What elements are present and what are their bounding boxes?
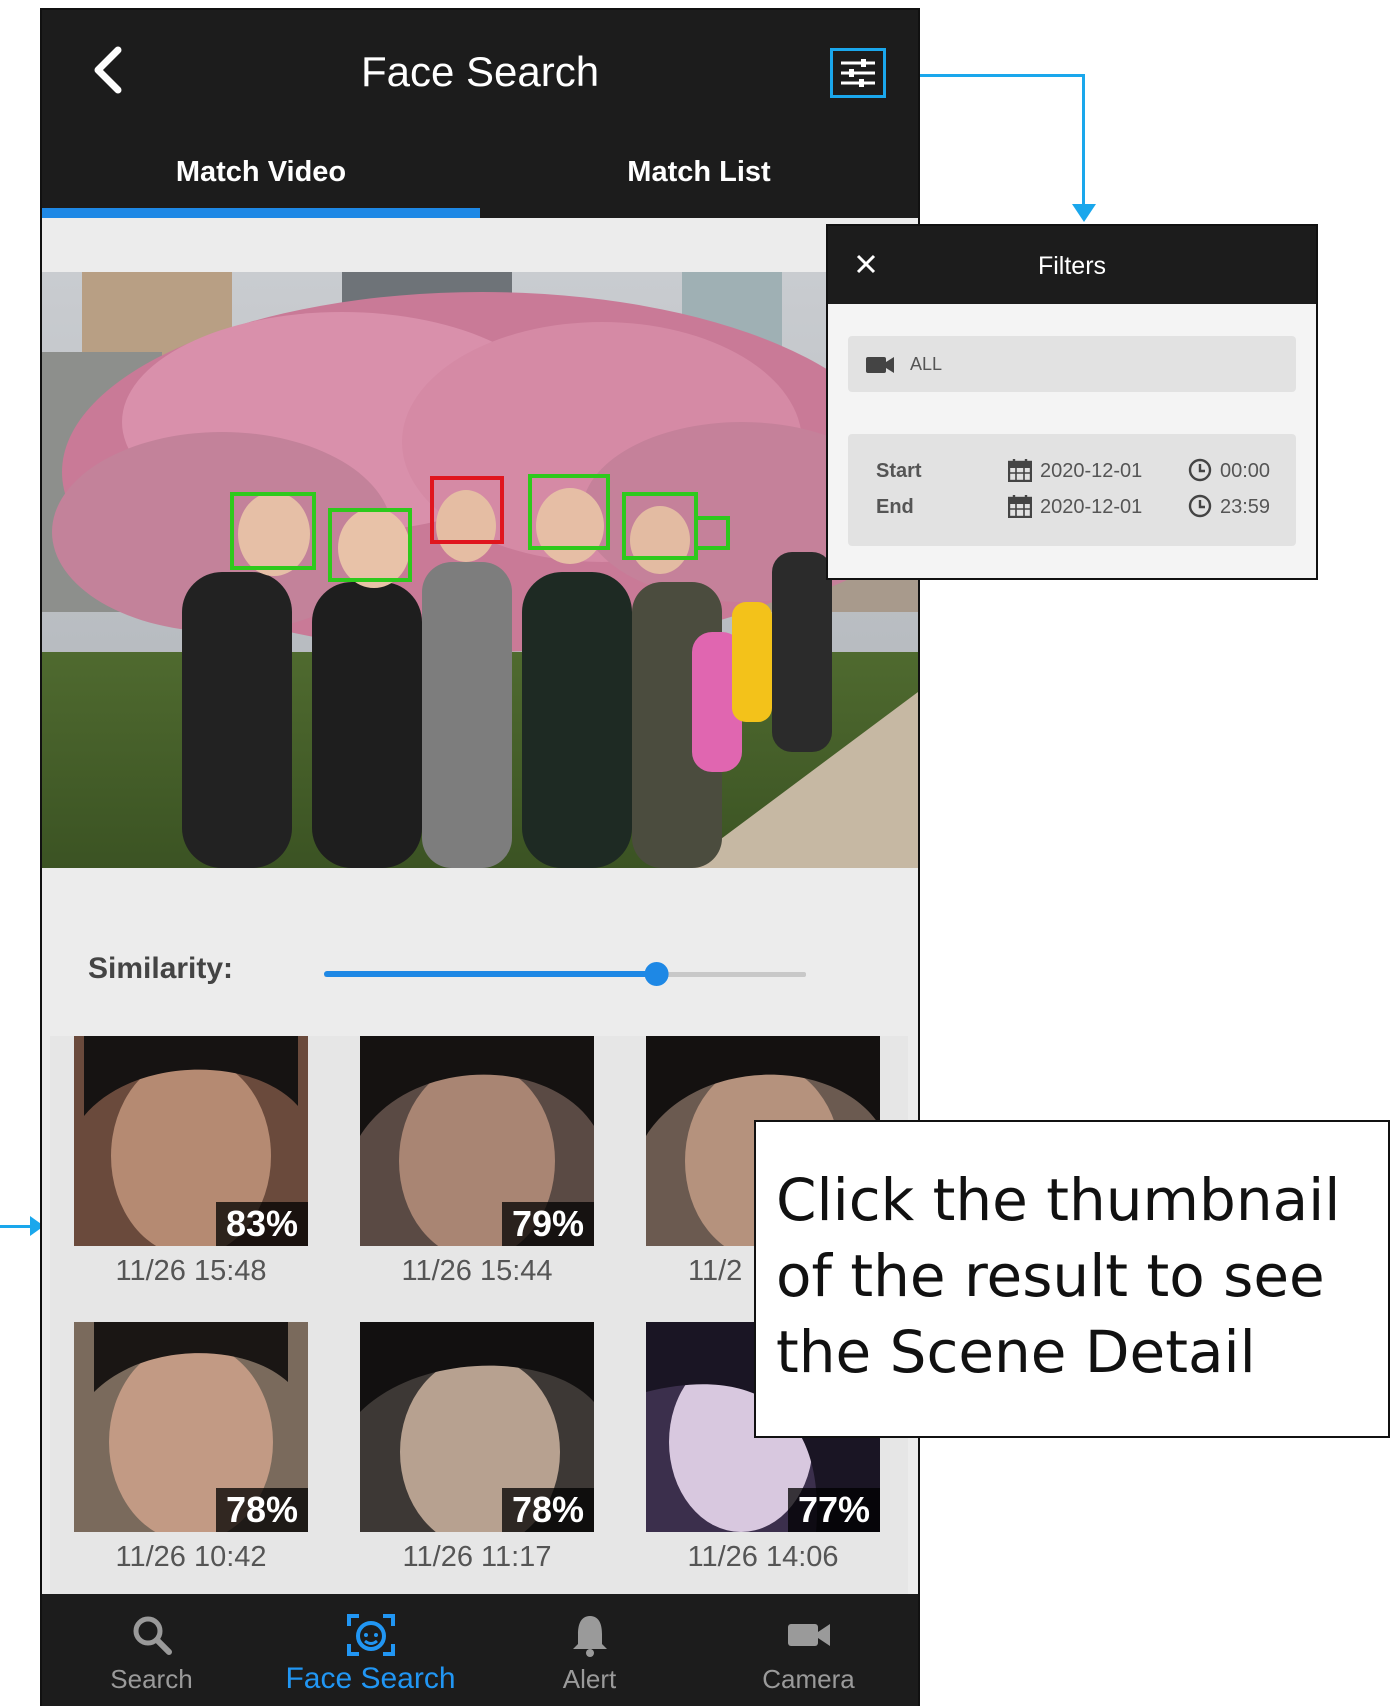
filters-header: Filters [828,226,1316,304]
similarity-percent: 78% [215,1488,308,1532]
end-time[interactable]: 23:59 [1220,496,1270,519]
filter-settings-button[interactable] [830,48,886,98]
clock-icon [1188,458,1212,482]
result-time: 11/26 11:17 [402,1541,552,1573]
similarity-percent: 78% [501,1488,594,1532]
similarity-percent: 77% [787,1488,880,1532]
nav-label: Camera [762,1664,855,1694]
result-time: 11/26 15:48 [115,1255,267,1287]
result-thumbnail[interactable]: 78% [74,1322,308,1532]
nav-face-search[interactable]: Face Search [261,1594,480,1706]
end-label: End [876,496,914,518]
phone-screen: Face Search Match Video Match List Simil… [40,8,920,1706]
filters-title: Filters [1037,252,1107,280]
bell-icon [572,1616,607,1657]
slider-fill [324,971,657,977]
calendar-icon [1008,495,1032,518]
result-thumbnail[interactable]: 83% [74,1036,308,1246]
connector-line-vertical [1082,74,1085,210]
camera-icon [866,357,894,373]
nav-label: Face Search [285,1662,456,1695]
camera-select[interactable]: ALL [848,336,1296,392]
tab-match-list[interactable]: Match List [480,134,918,214]
end-date[interactable]: 2020-12-01 [1040,496,1142,519]
connector-line-left [0,1225,34,1228]
result-time: 11/26 10:42 [115,1541,267,1573]
calendar-icon [1008,459,1032,482]
scene-photo [42,272,918,868]
tab-bar: Match Video Match List [42,134,918,218]
nav-alert[interactable]: Alert [480,1594,699,1706]
similarity-slider[interactable] [324,962,806,986]
similarity-percent: 79% [501,1202,594,1246]
start-label: Start [876,460,922,482]
nav-label: Search [110,1664,193,1694]
filters-panel: Filters ALL Start End 2020-12-01 00:00 2… [826,224,1318,580]
search-icon [133,1616,172,1655]
start-time[interactable]: 00:00 [1220,460,1270,483]
similarity-label: Similarity: [88,952,234,985]
similarity-percent: 83% [215,1202,308,1246]
result-thumbnail[interactable]: 78% [360,1322,594,1532]
bottom-nav: Search Face Search Alert Camera [42,1594,918,1706]
scene-image[interactable] [42,272,918,868]
active-tab-indicator [42,208,480,218]
camera-select-value: ALL [910,354,943,374]
callout-box: Click the thumbnail of the result to see… [754,1120,1390,1438]
nav-label: Alert [562,1664,617,1694]
connector-arrowhead [1072,204,1096,222]
nav-search[interactable]: Search [42,1594,261,1706]
app-bar: Face Search [42,10,918,134]
face-search-icon [346,1614,395,1656]
sliders-icon [841,59,875,87]
start-date[interactable]: 2020-12-01 [1040,460,1142,483]
callout-text: Click the thumbnail of the result to see… [776,1166,1341,1386]
nav-camera[interactable]: Camera [699,1594,918,1706]
slider-knob[interactable] [644,962,669,986]
tab-match-video[interactable]: Match Video [42,134,480,214]
connector-line-horizontal [916,74,1084,77]
page-title: Face Search [360,48,600,95]
result-time: 11/26 15:44 [401,1255,553,1287]
result-thumbnail[interactable]: 79% [360,1036,594,1246]
clock-icon [1188,494,1212,518]
camera-icon [787,1624,830,1646]
result-time: 11/26 14:06 [687,1541,839,1573]
date-range: Start End 2020-12-01 00:00 2020-12-01 23… [848,434,1296,546]
